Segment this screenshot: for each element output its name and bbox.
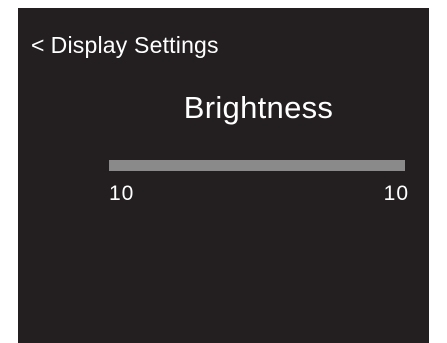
- brightness-slider[interactable]: [109, 160, 405, 171]
- back-button[interactable]: < Display Settings: [31, 30, 219, 60]
- page-title-container: Brightness: [18, 90, 429, 126]
- brightness-slider-fill: [109, 160, 405, 171]
- back-label: Display Settings: [50, 31, 219, 58]
- slider-current-value: 10: [383, 182, 409, 205]
- display-screen: < Display Settings Brightness 10 10: [18, 8, 429, 343]
- page-title: Brightness: [183, 90, 334, 125]
- back-chevron-icon: <: [31, 31, 45, 58]
- slider-min-value: 10: [109, 182, 135, 205]
